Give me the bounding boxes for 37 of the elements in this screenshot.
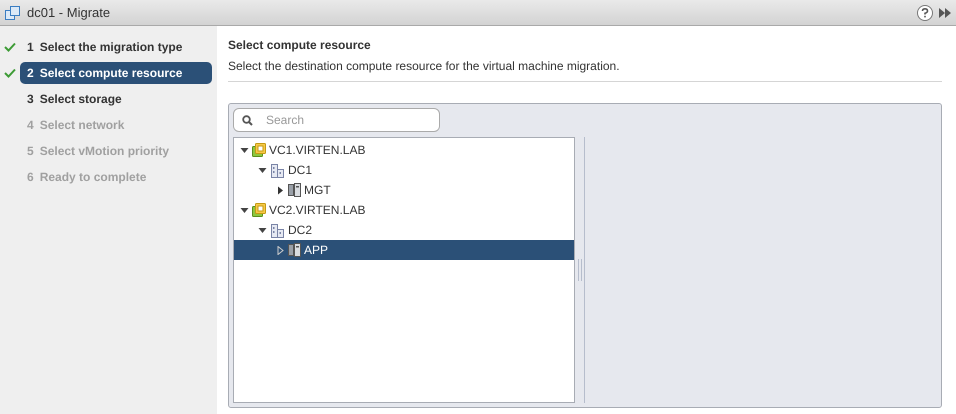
fast-forward-icon[interactable] [939,8,951,18]
collapse-arrow-icon[interactable] [240,206,249,214]
page-title: Select compute resource [228,37,372,54]
tree-item-label: VC1.VIRTEN.LAB [269,142,366,159]
splitter-handle[interactable] [578,259,582,281]
tree-item-label: DC2 [288,222,312,239]
search-icon [242,115,253,126]
expand-arrow-icon[interactable] [276,186,285,194]
collapse-arrow-icon[interactable] [240,146,249,154]
collapse-arrow-icon[interactable] [258,226,267,234]
building-icon [270,222,285,238]
step-item[interactable]: 1 Select the migration type [20,36,212,58]
building-icon [270,162,285,178]
window-title: dc01 - Migrate [27,4,110,22]
step-item[interactable]: 3 Select storage [20,88,212,110]
server-icon [288,183,301,197]
help-button[interactable] [917,4,933,20]
tree-item[interactable]: VC1.VIRTEN.LAB [234,140,574,160]
vcenter-icon [252,203,266,217]
tree-item-label: MGT [304,182,331,199]
tree-item[interactable]: APP [234,240,574,260]
tree-item[interactable]: VC2.VIRTEN.LAB [234,200,574,220]
vcenter-icon [252,143,266,157]
expand-arrow-icon[interactable] [276,246,285,254]
tree-item-label: DC1 [288,162,312,179]
tree-item[interactable]: MGT [234,180,574,200]
server-icon [288,243,301,257]
search-field[interactable]: Search [233,108,440,132]
tree-item[interactable]: DC2 [234,220,574,240]
collapse-arrow-icon[interactable] [258,166,267,174]
tree-item-label: VC2.VIRTEN.LAB [269,202,366,219]
page-description: Select the destination compute resource for the virtual machine migration. [228,58,621,75]
vm-icon [5,6,20,20]
question-mark-icon [921,8,929,18]
tree-item[interactable]: DC1 [234,160,574,180]
step-item[interactable]: 2 Select compute resource [20,62,212,84]
tree-item-label: APP [304,242,328,259]
